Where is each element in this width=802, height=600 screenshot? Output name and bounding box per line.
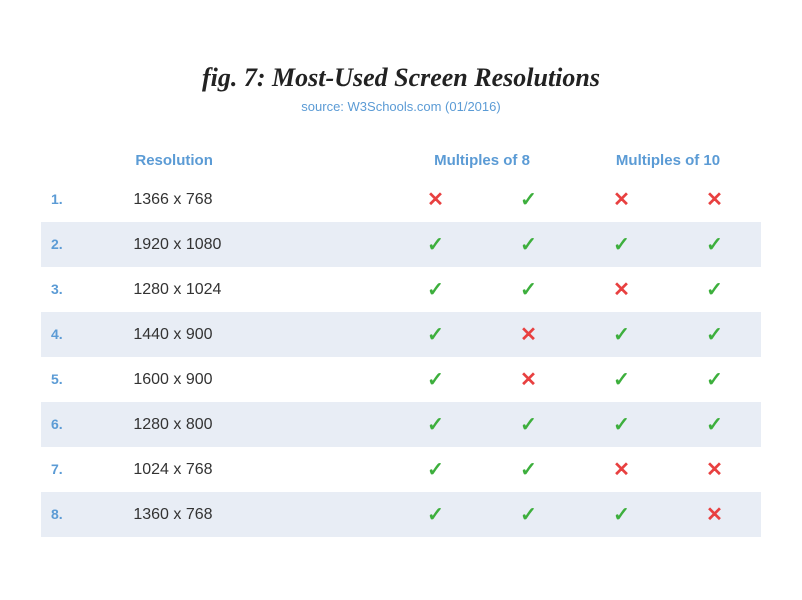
check-icon: ✓ bbox=[520, 234, 537, 256]
multiples10-width-cell: ✓ bbox=[575, 312, 668, 357]
table-row: 5.1600 x 900 ✓ ✕ ✓ ✓ bbox=[41, 357, 761, 402]
check-icon: ✓ bbox=[706, 369, 723, 391]
check-icon: ✓ bbox=[427, 234, 444, 256]
resolution-cell: 1920 x 1080 bbox=[123, 222, 389, 267]
multiples8-width-cell: ✓ bbox=[389, 402, 482, 447]
check-icon: ✓ bbox=[706, 279, 723, 301]
col-multiples10-header: Multiples of 10 bbox=[575, 144, 761, 177]
cross-icon: ✕ bbox=[427, 189, 444, 211]
check-icon: ✓ bbox=[613, 324, 630, 346]
table-body: 1.1366 x 768✕✓✕✕2.1920 x 1080✓✓✓✓3.1280 … bbox=[41, 177, 761, 537]
page-title: fig. 7: Most-Used Screen Resolutions bbox=[41, 63, 761, 93]
resolution-cell: 1360 x 768 bbox=[123, 492, 389, 537]
table-row: 6.1280 x 800 ✓ ✓ ✓ ✓ bbox=[41, 402, 761, 447]
cross-icon: ✕ bbox=[613, 459, 630, 481]
cross-icon: ✕ bbox=[706, 459, 723, 481]
multiples8-height-cell: ✓ bbox=[482, 402, 575, 447]
resolution-cell: 1600 x 900 bbox=[123, 357, 389, 402]
multiples8-height-cell: ✓ bbox=[482, 177, 575, 222]
row-number: 8. bbox=[41, 492, 123, 537]
multiples10-width-cell: ✓ bbox=[575, 402, 668, 447]
table-row: 2.1920 x 1080 ✓ ✓ ✓ ✓ bbox=[41, 222, 761, 267]
check-icon: ✓ bbox=[427, 459, 444, 481]
multiples10-height-cell: ✕ bbox=[668, 492, 761, 537]
cross-icon: ✕ bbox=[613, 189, 630, 211]
multiples10-height-cell: ✓ bbox=[668, 402, 761, 447]
subtitle: source: W3Schools.com (01/2016) bbox=[41, 99, 761, 114]
multiples10-width-cell: ✕ bbox=[575, 447, 668, 492]
check-icon: ✓ bbox=[427, 414, 444, 436]
table-row: 1.1366 x 768 ✕ ✓ ✕ ✕ bbox=[41, 177, 761, 222]
check-icon: ✓ bbox=[613, 369, 630, 391]
check-icon: ✓ bbox=[613, 414, 630, 436]
check-icon: ✓ bbox=[613, 234, 630, 256]
cross-icon: ✕ bbox=[613, 279, 630, 301]
multiples8-width-cell: ✓ bbox=[389, 312, 482, 357]
multiples8-height-cell: ✓ bbox=[482, 492, 575, 537]
row-number: 3. bbox=[41, 267, 123, 312]
col-multiples8-header: Multiples of 8 bbox=[389, 144, 575, 177]
check-icon: ✓ bbox=[706, 324, 723, 346]
multiples10-height-cell: ✕ bbox=[668, 447, 761, 492]
resolution-cell: 1024 x 768 bbox=[123, 447, 389, 492]
row-number: 4. bbox=[41, 312, 123, 357]
check-icon: ✓ bbox=[520, 504, 537, 526]
multiples10-height-cell: ✓ bbox=[668, 222, 761, 267]
check-icon: ✓ bbox=[706, 414, 723, 436]
cross-icon: ✕ bbox=[706, 504, 723, 526]
cross-icon: ✕ bbox=[520, 369, 537, 391]
resolution-cell: 1280 x 1024 bbox=[123, 267, 389, 312]
row-number: 1. bbox=[41, 177, 123, 222]
cross-icon: ✕ bbox=[706, 189, 723, 211]
row-number: 5. bbox=[41, 357, 123, 402]
multiples8-height-cell: ✓ bbox=[482, 267, 575, 312]
check-icon: ✓ bbox=[520, 414, 537, 436]
table-row: 4.1440 x 900 ✓ ✕ ✓ ✓ bbox=[41, 312, 761, 357]
check-icon: ✓ bbox=[706, 234, 723, 256]
check-icon: ✓ bbox=[427, 324, 444, 346]
multiples8-width-cell: ✓ bbox=[389, 447, 482, 492]
resolution-cell: 1440 x 900 bbox=[123, 312, 389, 357]
multiples10-height-cell: ✕ bbox=[668, 177, 761, 222]
resolutions-table: Resolution Multiples of 8 Multiples of 1… bbox=[41, 144, 761, 537]
table-row: 8.1360 x 768 ✓ ✓ ✓ ✕ bbox=[41, 492, 761, 537]
multiples8-height-cell: ✕ bbox=[482, 312, 575, 357]
multiples10-height-cell: ✓ bbox=[668, 267, 761, 312]
row-number: 6. bbox=[41, 402, 123, 447]
col-num-header bbox=[41, 144, 123, 177]
multiples10-height-cell: ✓ bbox=[668, 357, 761, 402]
check-icon: ✓ bbox=[520, 459, 537, 481]
check-icon: ✓ bbox=[520, 279, 537, 301]
table-row: 3.1280 x 1024 ✓ ✓ ✕ ✓ bbox=[41, 267, 761, 312]
check-icon: ✓ bbox=[427, 504, 444, 526]
multiples10-width-cell: ✓ bbox=[575, 222, 668, 267]
multiples8-height-cell: ✓ bbox=[482, 222, 575, 267]
cross-icon: ✕ bbox=[520, 324, 537, 346]
col-resolution-header: Resolution bbox=[123, 144, 389, 177]
resolution-cell: 1280 x 800 bbox=[123, 402, 389, 447]
check-icon: ✓ bbox=[427, 369, 444, 391]
table-row: 7.1024 x 768 ✓ ✓ ✕ ✕ bbox=[41, 447, 761, 492]
check-icon: ✓ bbox=[520, 189, 537, 211]
multiples10-width-cell: ✕ bbox=[575, 177, 668, 222]
multiples8-height-cell: ✓ bbox=[482, 447, 575, 492]
multiples8-width-cell: ✕ bbox=[389, 177, 482, 222]
multiples10-width-cell: ✓ bbox=[575, 357, 668, 402]
row-number: 2. bbox=[41, 222, 123, 267]
check-icon: ✓ bbox=[427, 279, 444, 301]
row-number: 7. bbox=[41, 447, 123, 492]
multiples8-width-cell: ✓ bbox=[389, 492, 482, 537]
page-container: fig. 7: Most-Used Screen Resolutions sou… bbox=[21, 33, 781, 567]
multiples8-height-cell: ✕ bbox=[482, 357, 575, 402]
multiples10-width-cell: ✓ bbox=[575, 492, 668, 537]
multiples8-width-cell: ✓ bbox=[389, 222, 482, 267]
resolution-cell: 1366 x 768 bbox=[123, 177, 389, 222]
table-header-row: Resolution Multiples of 8 Multiples of 1… bbox=[41, 144, 761, 177]
multiples8-width-cell: ✓ bbox=[389, 267, 482, 312]
check-icon: ✓ bbox=[613, 504, 630, 526]
multiples10-width-cell: ✕ bbox=[575, 267, 668, 312]
multiples8-width-cell: ✓ bbox=[389, 357, 482, 402]
multiples10-height-cell: ✓ bbox=[668, 312, 761, 357]
